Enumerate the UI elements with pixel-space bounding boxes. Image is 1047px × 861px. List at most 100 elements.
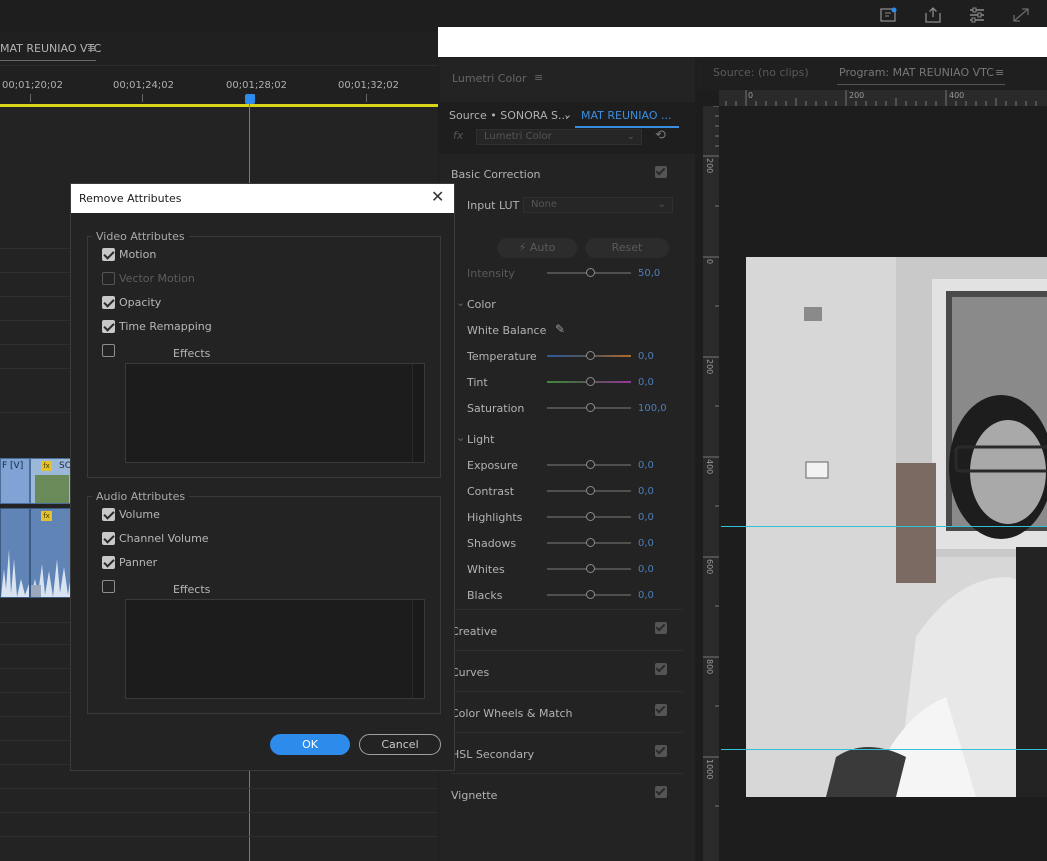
vignette-checkbox[interactable] [655,786,667,798]
cyan-guide-line[interactable] [721,526,1047,527]
lumetri-menu-icon[interactable]: ≡ [534,71,543,84]
motion-label[interactable]: Motion [119,248,156,261]
audio-clip[interactable]: fx [30,508,72,598]
exposure-value[interactable]: 0,0 [638,460,654,471]
contrast-value[interactable]: 0,0 [638,486,654,497]
audio-effects-list[interactable] [125,599,425,699]
intensity-slider-knob[interactable] [586,268,595,277]
timeline-menu-icon[interactable]: ≡ [87,42,96,55]
fullscreen-icon[interactable] [1011,6,1031,24]
program-video-frame[interactable] [746,257,1047,797]
volume-checkbox[interactable] [102,508,115,521]
dialog-title-bar[interactable]: Remove Attributes ✕ [71,184,454,213]
temperature-slider-knob[interactable] [586,351,595,360]
video-clip[interactable]: fx SO [30,458,72,504]
hsl-secondary-heading[interactable]: HSL Secondary [451,748,534,761]
sequence-clip-label[interactable]: MAT REUNIAO ... [581,109,671,122]
vertical-ruler[interactable]: 200 0 200 400 600 800 1000 [703,106,719,861]
magic-wand-icon: ⚡ [518,241,527,254]
ruler-tick [142,94,143,102]
playhead-handle[interactable] [245,94,255,104]
remove-attributes-dialog: Remove Attributes ✕ Video Attributes Mot… [70,183,455,771]
saturation-slider-knob[interactable] [586,403,595,412]
creative-heading[interactable]: Creative [451,625,497,638]
channel-volume-checkbox[interactable] [102,532,115,545]
timeline-ruler[interactable]: 00;01;20;02 00;01;24;02 00;01;28;02 00;0… [0,66,438,106]
source-monitor-tab[interactable]: Source: (no clips) [713,66,809,79]
program-monitor-tab[interactable]: Program: MAT REUNIAO VTC [839,66,994,79]
panner-label[interactable]: Panner [119,556,157,569]
input-lut-dropdown[interactable]: None ⌄ [523,197,673,213]
reset-button[interactable]: Reset [585,238,669,258]
reset-effect-icon[interactable]: ⟲ [655,128,666,143]
shadows-slider-knob[interactable] [586,538,595,547]
lumetri-panel: Lumetri Color ≡ Source • SONORA S... ⌄ M… [439,58,695,861]
motion-checkbox[interactable] [102,248,115,261]
opacity-checkbox[interactable] [102,296,115,309]
cyan-guide-line[interactable] [721,749,1047,750]
video-effects-checkbox[interactable] [102,344,115,357]
saturation-value[interactable]: 100,0 [638,403,667,414]
hsl-secondary-checkbox[interactable] [655,745,667,757]
effect-dropdown[interactable]: Lumetri Color ⌄ [476,129,642,145]
channel-volume-label[interactable]: Channel Volume [119,532,209,545]
panels-icon[interactable] [967,6,987,24]
blacks-value[interactable]: 0,0 [638,590,654,601]
basic-correction-heading[interactable]: Basic Correction [451,168,541,181]
auto-button[interactable]: ⚡ Auto [497,238,577,258]
volume-label[interactable]: Volume [119,508,160,521]
eyedropper-icon[interactable]: ✎ [555,322,565,336]
shadows-value[interactable]: 0,0 [638,538,654,549]
work-area-bar[interactable] [0,104,438,107]
vignette-heading[interactable]: Vignette [451,789,497,802]
color-wheels-checkbox[interactable] [655,704,667,716]
tint-value[interactable]: 0,0 [638,377,654,388]
temperature-value[interactable]: 0,0 [638,351,654,362]
audio-effects-label[interactable]: Effects [173,583,210,596]
effects-list-scrollbar[interactable] [412,364,424,462]
tint-slider-knob[interactable] [586,377,595,386]
chevron-down-icon[interactable]: ⌄ [456,296,465,309]
opacity-label[interactable]: Opacity [119,296,161,309]
workspace-icon[interactable] [879,6,899,24]
source-clip-label[interactable]: Source • SONORA S... [449,109,568,122]
chevron-down-icon[interactable]: ⌄ [563,108,572,121]
chevron-down-icon: ⌄ [626,131,635,142]
horizontal-ruler[interactable]: 0 200 400 [719,90,1047,106]
intensity-value[interactable]: 50,0 [638,268,660,279]
curves-checkbox[interactable] [655,663,667,675]
cancel-button[interactable]: Cancel [359,734,441,755]
export-icon[interactable] [923,6,943,24]
time-remapping-label[interactable]: Time Remapping [119,320,212,333]
video-effects-label[interactable]: Effects [173,347,210,360]
input-lut-label: Input LUT [467,199,520,212]
audio-effects-checkbox[interactable] [102,580,115,593]
monitor-menu-icon[interactable]: ≡ [995,66,1004,79]
close-icon[interactable]: ✕ [431,189,444,205]
light-heading[interactable]: Light [467,433,494,446]
basic-correction-checkbox[interactable] [655,166,667,178]
reset-button-label: Reset [611,241,643,254]
whites-slider-knob[interactable] [586,564,595,573]
video-clip[interactable]: F [V] [0,458,30,504]
panner-checkbox[interactable] [102,556,115,569]
contrast-slider-knob[interactable] [586,486,595,495]
effects-list-scrollbar[interactable] [412,600,424,698]
creative-checkbox[interactable] [655,622,667,634]
time-remapping-checkbox[interactable] [102,320,115,333]
whites-value[interactable]: 0,0 [638,564,654,575]
lumetri-tab[interactable]: Lumetri Color [452,72,527,85]
highlights-slider-knob[interactable] [586,512,595,521]
audio-clip[interactable] [0,508,30,598]
video-effects-list[interactable] [125,363,425,463]
color-heading[interactable]: Color [467,298,496,311]
ok-button[interactable]: OK [270,734,350,755]
blacks-slider-knob[interactable] [586,590,595,599]
exposure-slider-knob[interactable] [586,460,595,469]
saturation-label: Saturation [467,402,525,415]
color-wheels-heading[interactable]: Color Wheels & Match [451,707,573,720]
shadows-label: Shadows [467,537,517,550]
chevron-down-icon[interactable]: ⌄ [456,431,465,444]
curves-heading[interactable]: Curves [451,666,489,679]
highlights-value[interactable]: 0,0 [638,512,654,523]
